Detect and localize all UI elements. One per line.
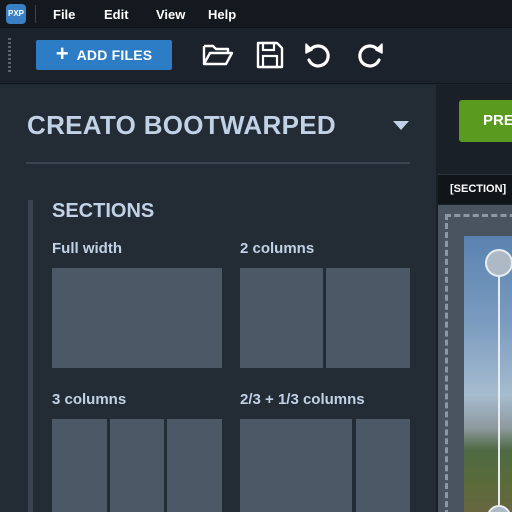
menu-edit[interactable]: Edit [104, 7, 129, 22]
preview-image [464, 236, 512, 512]
folder-open-icon[interactable] [202, 40, 234, 70]
layout-block-full-width[interactable] [52, 268, 222, 368]
menu-view[interactable]: View [156, 7, 185, 22]
undo-icon[interactable] [303, 40, 335, 70]
layout-label-two-thirds-one-third: 2/3 + 1/3 columns [240, 391, 365, 408]
redo-icon[interactable] [355, 40, 387, 70]
layout-block-2-columns-col1[interactable] [240, 268, 323, 368]
layout-block-one-third[interactable] [356, 419, 410, 512]
menu-separator [35, 5, 36, 23]
sections-heading: SECTIONS [52, 200, 155, 222]
layout-label-3-columns: 3 columns [52, 391, 127, 408]
tab-section[interactable]: [SECTION] [450, 183, 506, 195]
menu-bar: PXP File Edit View Help [0, 0, 512, 28]
panel-title: CREATO BOOTWARPED [27, 110, 336, 140]
layout-block-3-columns-col2[interactable] [110, 419, 164, 512]
layout-label-2-columns: 2 columns [240, 240, 315, 257]
toolbar-grip-handle[interactable] [8, 38, 11, 72]
chevron-down-icon[interactable] [393, 121, 409, 130]
layout-block-3-columns-col1[interactable] [52, 419, 107, 512]
sections-side-bar [28, 200, 33, 512]
menu-help[interactable]: Help [208, 7, 236, 22]
add-files-label: ADD FILES [76, 47, 153, 63]
plus-icon: + [55, 40, 69, 66]
layout-block-3-columns-col3[interactable] [167, 419, 222, 512]
app-logo-icon[interactable]: PXP [6, 4, 26, 24]
add-files-button[interactable]: + ADD FILES [36, 40, 172, 70]
layout-block-two-thirds[interactable] [240, 419, 352, 512]
slider-handle-top[interactable] [485, 249, 512, 277]
preview-button[interactable]: PRE [459, 100, 512, 142]
layout-label-full-width: Full width [52, 240, 122, 257]
panel-divider [26, 162, 410, 164]
save-icon[interactable] [255, 40, 287, 70]
menu-file[interactable]: File [53, 7, 75, 22]
layout-block-2-columns-col2[interactable] [326, 268, 410, 368]
slider-track[interactable] [498, 262, 500, 512]
